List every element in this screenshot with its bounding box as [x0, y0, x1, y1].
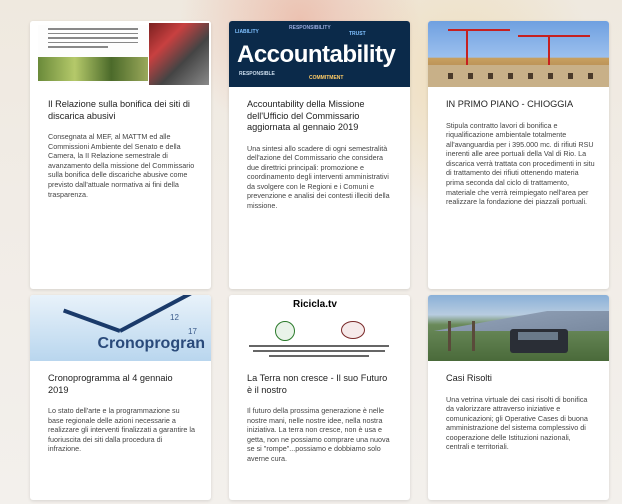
crane-arm — [518, 35, 590, 37]
card-title[interactable]: Accountability della Missione dell'Uffic… — [247, 99, 394, 134]
card-title[interactable]: IN PRIMO PIANO - CHIOGGIA — [446, 99, 593, 111]
building-window — [568, 73, 573, 79]
caption-line — [249, 345, 389, 347]
landscape-photo — [38, 57, 148, 81]
news-card-cronoprogramma[interactable]: 12 17 Cronoprogran Cronoprogramma al 4 g… — [30, 295, 211, 500]
caption-line — [269, 355, 369, 357]
news-card-terra[interactable]: Ricicla.tv La Terra non cresce - Il suo … — [229, 295, 410, 500]
word-cloud-decoration: LIABILITY — [235, 29, 259, 35]
caption-line — [253, 350, 385, 352]
card-description: Una sintesi allo scadere di ogni semestr… — [247, 143, 390, 211]
ricicla-tv-logo: Ricicla.tv — [293, 299, 337, 310]
news-card-relazione[interactable]: Il Relazione sulla bonifica dei siti di … — [30, 21, 211, 289]
card-description: Consegnata al MEF, al MATTM ed alle Comm… — [48, 132, 195, 199]
accountability-word-art: Accountability — [237, 41, 396, 68]
news-card-accountability[interactable]: LIABILITY RESPONSIBILITY TRUST RESPONSIB… — [229, 21, 410, 289]
card-title[interactable]: La Terra non cresce - Il suo Futuro è il… — [247, 373, 394, 396]
building-window — [548, 73, 553, 79]
mountain-range — [428, 311, 609, 331]
clock-number: 12 — [170, 313, 179, 322]
police-car-photo — [510, 329, 568, 353]
photo-collage — [149, 23, 209, 85]
card-description: Lo stato dell'arte e la programmazione s… — [48, 406, 196, 454]
emblem-carabinieri-icon — [341, 321, 365, 339]
building-window — [528, 73, 533, 79]
crane-arm — [448, 29, 510, 31]
card-description: Il futuro della prossima generazione è n… — [247, 406, 390, 463]
word-cloud-decoration: COMMITMENT — [309, 75, 344, 81]
card-description: Stipula contratto lavori di bonifica e r… — [446, 120, 595, 207]
cronoprogramma-thumb-text: Cronoprogran — [97, 335, 205, 352]
card-title[interactable]: Casi Risolti — [446, 373, 593, 385]
word-cloud-decoration: TRUST — [349, 31, 366, 37]
news-card-chioggia[interactable]: IN PRIMO PIANO - CHIOGGIA Stipula contra… — [428, 21, 609, 289]
card-thumbnail[interactable]: Ricicla.tv — [229, 295, 410, 361]
clock-hand — [62, 308, 121, 333]
card-title[interactable]: Cronoprogramma al 4 gennaio 2019 — [48, 373, 195, 396]
emblem-italy-icon — [275, 321, 295, 341]
card-thumbnail[interactable]: 12 17 Cronoprogran — [30, 295, 211, 361]
port-building — [428, 65, 609, 87]
news-card-casi-risolti[interactable]: Casi Risolti Una vetrina virtuale dei ca… — [428, 295, 609, 500]
card-thumbnail[interactable] — [428, 21, 609, 87]
tree-trunk — [472, 321, 475, 351]
building-window — [488, 73, 493, 79]
building-window — [588, 73, 593, 79]
building-window — [508, 73, 513, 79]
word-cloud-decoration: RESPONSIBLE — [239, 71, 275, 77]
card-thumbnail[interactable] — [428, 295, 609, 361]
word-cloud-decoration: RESPONSIBILITY — [289, 25, 331, 31]
tree-trunk — [448, 321, 451, 351]
card-description: Una vetrina virtuale dei casi risolti di… — [446, 394, 588, 452]
building-window — [468, 73, 473, 79]
card-thumbnail[interactable]: LIABILITY RESPONSIBILITY TRUST RESPONSIB… — [229, 21, 410, 87]
clock-hand — [119, 295, 192, 333]
building-window — [448, 73, 453, 79]
card-thumbnail[interactable] — [30, 21, 211, 87]
card-title[interactable]: Il Relazione sulla bonifica dei siti di … — [48, 99, 195, 122]
